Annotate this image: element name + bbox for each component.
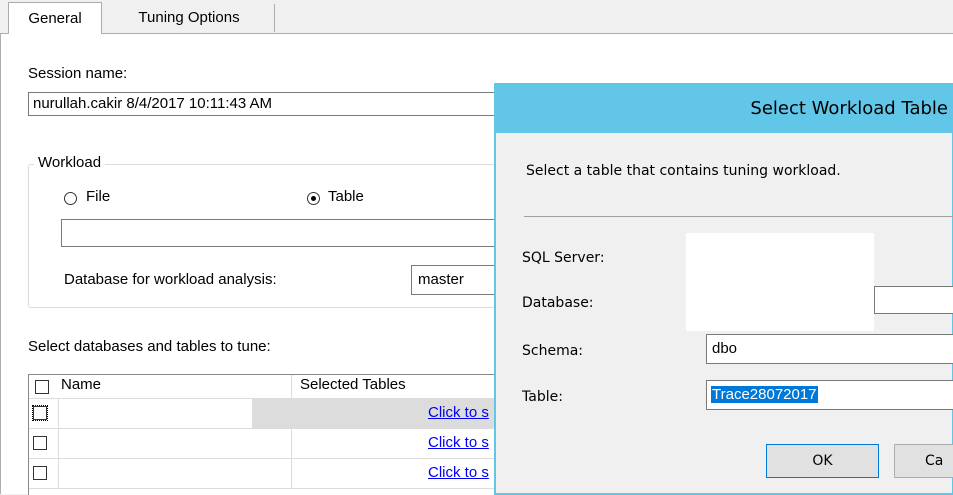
cancel-button[interactable]: Ca [894, 444, 953, 478]
click-to-select-link[interactable]: Click to s [428, 464, 489, 481]
file-radio[interactable] [64, 192, 77, 205]
row-checkbox[interactable] [32, 405, 48, 421]
row-checkbox[interactable] [33, 466, 47, 480]
table-label: Table: [522, 389, 563, 405]
dialog-instruction: Select a table that contains tuning work… [526, 163, 841, 179]
database-label: Database: [522, 295, 594, 311]
tab-strip: General Tuning Options [0, 0, 953, 35]
tune-label: Select databases and tables to tune: [28, 338, 271, 355]
row-selected-cell: Click to s [292, 399, 509, 429]
ok-button[interactable]: OK [766, 444, 879, 478]
tab-tuning-options[interactable]: Tuning Options [104, 4, 275, 32]
table-input[interactable]: Trace28072017 [706, 380, 953, 410]
tune-grid: Name Selected Tables Click to s Click to… [28, 374, 509, 495]
select-all-checkbox[interactable] [35, 380, 49, 394]
table-radio[interactable] [307, 192, 320, 205]
sql-server-label: SQL Server: [522, 250, 605, 266]
table-input-selected-text: Trace28072017 [711, 386, 818, 403]
tab-general[interactable]: General [8, 2, 102, 35]
click-to-select-link[interactable]: Click to s [428, 434, 489, 451]
grid-header-name-cell: Name [29, 375, 292, 399]
select-workload-table-dialog: Select Workload Table Select a table tha… [494, 83, 953, 495]
sql-server-value [686, 233, 874, 331]
workload-legend: Workload [34, 154, 106, 171]
dialog-title: Select Workload Table [750, 98, 948, 119]
grid-row-check-cell [29, 429, 59, 459]
workload-db-label: Database for workload analysis: [64, 271, 277, 288]
row-name-cell [59, 459, 292, 489]
row-name-cell [59, 429, 292, 459]
dialog-divider [524, 216, 953, 217]
schema-input[interactable]: dbo [706, 334, 953, 364]
session-name-input[interactable]: nurullah.cakir 8/4/2017 10:11:43 AM [28, 92, 508, 116]
grid-header-name: Name [61, 376, 102, 393]
grid-row-check-cell [29, 399, 59, 429]
grid-header-selected: Selected Tables [300, 376, 406, 393]
table-radio-label: Table [328, 188, 364, 205]
session-name-label: Session name: [28, 65, 128, 82]
file-radio-label: File [86, 188, 111, 205]
row-checkbox[interactable] [33, 436, 47, 450]
row-selected-cell: Click to s [292, 459, 509, 489]
click-to-select-link[interactable]: Click to s [428, 404, 489, 421]
workload-path-input[interactable] [61, 219, 508, 247]
grid-row-check-cell [29, 459, 59, 489]
schema-label: Schema: [522, 343, 584, 359]
grid-header-selected-cell: Selected Tables [292, 375, 509, 399]
table-row: Click to s [29, 399, 509, 429]
database-input[interactable] [874, 286, 953, 314]
table-row: Click to s [29, 429, 509, 459]
table-row: Click to s [29, 459, 509, 489]
dialog-title-bar[interactable]: Select Workload Table [496, 85, 953, 133]
row-selected-cell: Click to s [292, 429, 509, 459]
row-highlight [252, 399, 292, 429]
